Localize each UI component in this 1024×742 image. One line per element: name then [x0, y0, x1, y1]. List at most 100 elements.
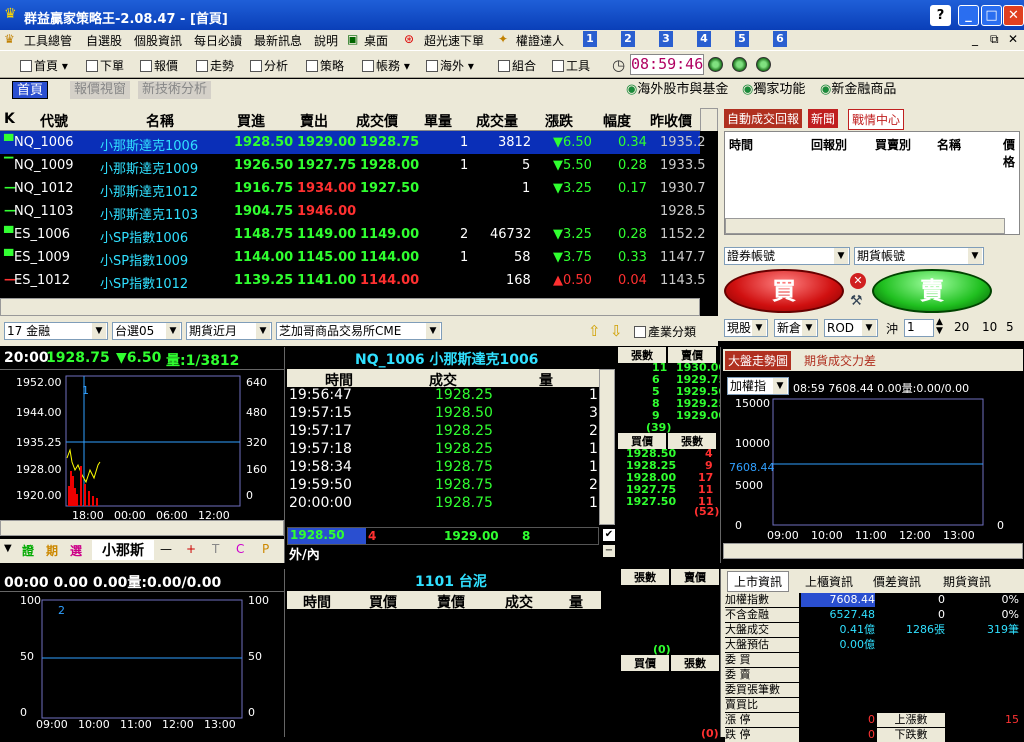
arrow-up-icon[interactable]: ⇧ — [588, 322, 601, 340]
qty-5-button[interactable]: 5 — [1006, 320, 1014, 334]
order-type-select[interactable]: 現股 — [724, 319, 768, 337]
minimize-button[interactable]: _ — [958, 5, 979, 26]
menu-help[interactable]: 說明 — [314, 32, 338, 49]
rod-select[interactable]: ROD — [824, 319, 878, 337]
tick2-col-bid[interactable]: 買價 — [369, 592, 397, 612]
table-row[interactable]: ▀ ES_1006 小SP指數1006 1148.75 1149.00 1149.00 2 4… — [0, 223, 706, 246]
chart1-text-btn[interactable]: T — [212, 542, 219, 556]
tab-otc[interactable]: 上櫃資訊 — [801, 572, 857, 591]
arrow-down-icon[interactable]: ⇩ — [610, 322, 623, 340]
qty-20-button[interactable]: 20 — [954, 320, 969, 334]
tab-news[interactable]: 新聞 — [808, 109, 839, 128]
table-row[interactable]: ▔ NQ_1009 小那斯達克1009 1926.50 1927.75 1928.00 1 5… — [0, 154, 706, 177]
tab-tech-analysis[interactable]: 新技術分析 — [138, 81, 212, 99]
tb-trend[interactable]: 走勢 — [196, 57, 234, 74]
stock-account-select[interactable]: 證券帳號 — [724, 247, 850, 265]
chart1-call-btn[interactable]: C — [236, 542, 244, 556]
menu-stock-info[interactable]: 個股資訊 — [134, 32, 182, 49]
tab-quote-window[interactable]: 報價視窗 — [70, 81, 131, 99]
filter-month[interactable]: 期貨近月 — [186, 322, 272, 340]
mdi-restore[interactable]: ⧉ — [990, 32, 999, 47]
tab-futures-diff[interactable]: 期貨成交力差 — [801, 351, 879, 370]
position-select[interactable]: 新倉 — [774, 319, 818, 337]
menu-warrant[interactable]: 權證達人 — [516, 32, 564, 49]
layout-2-button[interactable]: 2 — [621, 31, 635, 47]
status-light-2[interactable] — [732, 57, 747, 72]
layout-4-button[interactable]: 4 — [697, 31, 711, 47]
market-hscroll[interactable] — [723, 543, 1023, 559]
tick-col-qty[interactable]: 量 — [539, 370, 553, 390]
tab-home[interactable]: 首頁 — [12, 81, 49, 99]
tb-combo[interactable]: 組合 — [498, 57, 536, 74]
table-row[interactable]: ▀ ES_1009 小SP指數1009 1144.00 1145.00 1144.00 1 5… — [0, 246, 706, 269]
table-row[interactable]: — NQ_1012 小那斯達克1012 1916.75 1934.00 1927.50 1 ▼… — [0, 177, 706, 200]
chart1-symbol[interactable]: 小那斯 — [92, 540, 154, 560]
layout-6-button[interactable]: 6 — [773, 31, 787, 47]
tab-new-products[interactable]: ◉新金融商品 — [816, 81, 900, 99]
filter-exchange[interactable]: 芝加哥商品交易所CME — [276, 322, 442, 340]
tab-exclusive[interactable]: ◉獨家功能 — [738, 81, 809, 99]
menu-daily[interactable]: 每日必讀 — [194, 32, 242, 49]
layout-1-button[interactable]: 1 — [583, 31, 597, 47]
tb-analysis[interactable]: 分析 — [250, 57, 288, 74]
tick2-col-ask[interactable]: 賣價 — [437, 592, 465, 612]
status-light-3[interactable] — [756, 57, 771, 72]
tick2-col-qty[interactable]: 量 — [569, 592, 583, 612]
chart1-zoom-out[interactable]: — — [160, 542, 172, 556]
col-prev[interactable]: 昨收價 — [650, 111, 692, 131]
col-k[interactable]: K — [4, 111, 15, 127]
qty-10-button[interactable]: 10 — [982, 320, 997, 334]
maximize-button[interactable]: □ — [981, 5, 1002, 26]
report-col-side[interactable]: 買賣別 — [875, 136, 911, 153]
col-percent[interactable]: 幅度 — [603, 111, 631, 131]
tb-tools[interactable]: 工具 — [552, 57, 590, 74]
tick-vscroll[interactable] — [599, 369, 615, 525]
chart1-put-btn[interactable]: P — [262, 542, 269, 556]
col-volume[interactable]: 成交量 — [476, 111, 518, 131]
tab-auto-report[interactable]: 自動成交回報 — [724, 109, 803, 128]
col-qty[interactable]: 單量 — [424, 111, 452, 131]
mdi-minimize[interactable]: _ — [972, 32, 978, 46]
tb-home[interactable]: 首頁 ▾ — [20, 57, 68, 74]
col-last[interactable]: 成交價 — [356, 111, 398, 131]
tb-overseas[interactable]: 海外 ▾ — [426, 57, 474, 74]
col-code[interactable]: 代號 — [40, 111, 68, 131]
arrow-down-icon[interactable]: ▼ — [4, 543, 12, 554]
report-col-type[interactable]: 回報別 — [811, 136, 847, 153]
help-button[interactable]: ? — [930, 5, 951, 26]
report-col-name[interactable]: 名稱 — [937, 136, 961, 153]
chart1-stock-btn[interactable]: 證 — [22, 542, 34, 559]
close-button[interactable]: ✕ — [1003, 5, 1024, 26]
collapse-icon[interactable]: − — [603, 545, 615, 557]
table-row[interactable]: — NQ_1103 小那斯達克1103 1904.75 1946.00 1928.5 — [0, 200, 706, 223]
col-change[interactable]: 漲跌 — [545, 111, 573, 131]
menu-news[interactable]: 最新訊息 — [254, 32, 302, 49]
index-select[interactable]: 加權指 — [727, 377, 789, 395]
filter-industry[interactable]: 17 金融 — [4, 322, 108, 340]
sell-button[interactable]: 賣 — [872, 269, 992, 313]
cancel-icon[interactable]: ✕ — [850, 273, 866, 289]
tb-account[interactable]: 帳務 ▾ — [362, 57, 410, 74]
report-col-price[interactable]: 價格 — [1003, 136, 1019, 170]
layout-3-button[interactable]: 3 — [659, 31, 673, 47]
tick2-col-last[interactable]: 成交 — [505, 592, 533, 612]
menu-fast-order[interactable]: 超光速下單 — [424, 32, 484, 49]
table-row[interactable]: — ES_1012 小SP指數1012 1139.25 1141.00 1144.00 16… — [0, 269, 706, 292]
qty-input[interactable]: 1 — [904, 319, 934, 337]
industry-button[interactable]: 產業分類 — [634, 323, 696, 340]
col-name[interactable]: 名稱 — [146, 111, 174, 131]
tb-strategy[interactable]: 策略 — [306, 57, 344, 74]
col-bid[interactable]: 買進 — [237, 111, 265, 131]
tab-spread[interactable]: 價差資訊 — [869, 572, 925, 591]
col-ask[interactable]: 賣出 — [300, 111, 328, 131]
checkbox-icon[interactable]: ✔ — [603, 529, 615, 541]
tab-listed[interactable]: 上市資訊 — [727, 571, 790, 592]
tab-market-trend[interactable]: 大盤走勢圖 — [725, 351, 792, 370]
filter-group[interactable]: 台選05 — [112, 322, 182, 340]
report-hscroll[interactable] — [725, 218, 1005, 234]
table-row[interactable]: ▀ NQ_1006 小那斯達克1006 1928.50 1929.00 1928.75 1 3… — [0, 131, 706, 154]
chart1-futures-btn[interactable]: 期 — [46, 542, 58, 559]
buy-button[interactable]: 買 — [724, 269, 844, 313]
mdi-close[interactable]: ✕ — [1008, 32, 1018, 46]
tick2-col-time[interactable]: 時間 — [303, 592, 331, 612]
